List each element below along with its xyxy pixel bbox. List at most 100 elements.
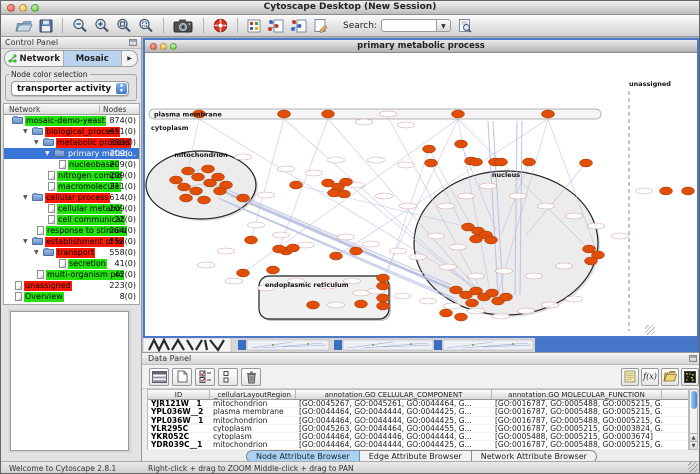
table-row[interactable]: YPL036W__1mitochondrion[GO:0044464, GO:0… — [148, 417, 688, 425]
tree-row[interactable]: cellular metabo209(0) — [4, 203, 139, 214]
birdseye-view[interactable] — [10, 311, 129, 451]
tab-network[interactable]: Network — [5, 51, 64, 66]
attribute-editor-button[interactable] — [621, 368, 639, 386]
help-button[interactable] — [213, 17, 228, 35]
expand-arrow-icon[interactable]: ▼ — [45, 148, 54, 159]
configure-search-button[interactable] — [458, 17, 472, 35]
node-color-select[interactable]: transporter activity ▲▼ — [11, 81, 129, 96]
window-resize-grip[interactable] — [688, 462, 698, 472]
table-cell[interactable]: mitochondrion — [210, 417, 296, 424]
tree-row[interactable]: multi-organism pro42(0) — [4, 269, 139, 280]
search-input[interactable] — [381, 19, 437, 32]
expand-arrow-icon[interactable]: ▼ — [34, 247, 43, 258]
network-canvas[interactable]: plasma membranecytoplasmmitochondrionnuc… — [145, 53, 697, 336]
table-cell[interactable]: YJR121W__1 — [148, 400, 210, 407]
annotate-button[interactable] — [313, 17, 328, 35]
zoom-selected-button[interactable] — [138, 17, 154, 35]
frame-minimize-button[interactable] — [160, 43, 167, 50]
zoom-out-button[interactable] — [72, 17, 88, 35]
table-scrollbar[interactable]: ▲ ▼ — [689, 389, 698, 450]
table-cell[interactable]: YKR052C — [148, 433, 210, 440]
table-cell[interactable]: [GO:0016787, GO:0005488, GO:0005215, G..… — [492, 400, 662, 407]
tree-row[interactable]: nitrogen compo209(0) — [4, 170, 139, 181]
snapshot-button[interactable] — [173, 17, 194, 35]
import-network-button[interactable] — [290, 17, 307, 35]
table-cell[interactable]: [GO:0044464, GO:0044446, GO:0044444, G..… — [296, 433, 492, 440]
select-all-attributes-button[interactable] — [195, 368, 215, 386]
table-cell[interactable]: [GO:0044464, GO:0044444, GO:0044425, G..… — [296, 408, 492, 415]
float-panel-icon[interactable] — [129, 39, 137, 46]
table-cell[interactable]: plasma membrane — [210, 408, 296, 415]
tab-mosaic[interactable]: Mosaic — [64, 51, 123, 66]
frame-resize-grip[interactable] — [645, 325, 655, 335]
table-cell[interactable]: [GO:0016787, GO:0005215, GO:0003824, G..… — [492, 425, 662, 432]
table-cell[interactable]: YDR039C__1 — [148, 441, 210, 448]
table-cell[interactable]: YPL036W__2 — [148, 408, 210, 415]
tree-row[interactable]: ▼metabolic process280(0) — [4, 137, 139, 148]
table-cell[interactable]: [GO:0044464, GO:0044444, GO:0044425, G..… — [296, 441, 492, 448]
expand-arrow-icon[interactable]: ▼ — [34, 137, 43, 148]
scroll-down-button[interactable]: ▼ — [690, 441, 697, 449]
minimize-button[interactable] — [19, 4, 27, 12]
table-cell[interactable]: [GO:0016787, GO:0005488, GO:0005215, G..… — [492, 408, 662, 415]
table-row[interactable]: YKR052Ccytoplasm[GO:0044464, GO:0044446,… — [148, 433, 688, 441]
table-row[interactable]: YJR121W__1mitochondrion[GO:0045267, GO:0… — [148, 400, 688, 408]
tree-row[interactable]: response to stimulu264(0) — [4, 225, 139, 236]
tree-row[interactable]: cell communicat22(0) — [4, 214, 139, 225]
tree-column-nodes[interactable]: Nodes — [103, 104, 126, 115]
expand-arrow-icon[interactable]: ▼ — [23, 192, 32, 203]
open-file-button[interactable] — [15, 17, 33, 35]
import-attributes-button[interactable] — [661, 368, 679, 386]
column-header[interactable]: annotation.GO MOLECULAR_FUNCTION — [492, 390, 662, 399]
zoom-in-button[interactable] — [94, 17, 110, 35]
tree-row[interactable]: ▼biological_process651(0) — [4, 126, 139, 137]
create-network-button[interactable] — [267, 17, 284, 35]
tree-row[interactable]: secretion41(0) — [4, 258, 139, 269]
formula-builder-button[interactable]: f(x) — [641, 368, 659, 386]
table-cell[interactable]: [GO:0016787, GO:0005488, GO:0005215, G..… — [492, 441, 662, 448]
tree-row[interactable]: ▼cellular process614(0) — [4, 192, 139, 203]
tree-row[interactable]: ▼establishment of lo558(0) — [4, 236, 139, 247]
close-button[interactable] — [7, 4, 15, 12]
column-header[interactable]: annotation.GO CELLULAR_COMPONENT — [296, 390, 492, 399]
tree-row[interactable]: ▼transport558(0) — [4, 247, 139, 258]
scrollbar-thumb[interactable] — [691, 391, 697, 409]
table-cell[interactable]: [GO:0045267, GO:0045261, GO:0044464, G..… — [296, 400, 492, 407]
network-window[interactable]: primary metabolic process plasma membran… — [143, 38, 699, 338]
scroll-up-button[interactable]: ▲ — [690, 433, 697, 441]
column-header[interactable]: ID — [148, 390, 210, 399]
tree-row[interactable]: ▼primary metabo209(... — [4, 148, 139, 159]
tree-row[interactable]: Overview8(0) — [4, 291, 139, 302]
unselect-all-attributes-button[interactable] — [218, 368, 238, 386]
network-window-titlebar[interactable]: primary metabolic process — [145, 40, 697, 53]
tree-row[interactable]: macromolecule311(0) — [4, 181, 139, 192]
tree-row[interactable]: nucleobase-209(0) — [4, 159, 139, 170]
table-row[interactable]: YPL036W__2plasma membrane[GO:0044464, GO… — [148, 408, 688, 416]
table-cell[interactable]: [GO:0045263, GO:0044464, GO:0044455, G..… — [296, 425, 492, 432]
float-panel-icon[interactable] — [689, 355, 697, 362]
table-cell[interactable]: [GO:0005488, GO:0005215, GO:0003674] — [492, 433, 662, 440]
frame-maximize-button[interactable] — [170, 43, 177, 50]
table-row[interactable]: YDR039C__1mitochondrion[GO:0044464, GO:0… — [148, 441, 688, 449]
table-row[interactable]: YLR295Ccytoplasm[GO:0045263, GO:0044464,… — [148, 425, 688, 433]
tab-overflow-button[interactable]: ▶ — [122, 51, 137, 66]
tree-row[interactable]: mosaic-demo-yeast874(0) — [4, 115, 139, 126]
save-session-button[interactable] — [39, 17, 53, 35]
maximize-button[interactable] — [31, 4, 39, 12]
table-cell[interactable]: [GO:0016787, GO:0005488, GO:0005215, G..… — [492, 417, 662, 424]
table-cell[interactable]: [GO:0044464, GO:0044444, GO:0044425, G..… — [296, 417, 492, 424]
zoom-fit-button[interactable] — [116, 17, 132, 35]
minimized-windows-strip[interactable] — [143, 338, 699, 352]
delete-attribute-button[interactable] — [241, 368, 261, 386]
select-attributes-button[interactable] — [149, 368, 169, 386]
table-cell[interactable]: mitochondrion — [210, 400, 296, 407]
table-cell[interactable]: YPL036W__1 — [148, 417, 210, 424]
table-cell[interactable]: mitochondrion — [210, 441, 296, 448]
vizmapper-button[interactable] — [247, 17, 261, 35]
search-dropdown-button[interactable]: ▼ — [437, 19, 451, 32]
frame-close-button[interactable] — [150, 43, 157, 50]
column-header[interactable]: _cellularLayoutRegion — [210, 390, 296, 399]
tree-column-network[interactable]: Network — [9, 104, 40, 115]
table-cell[interactable]: cytoplasm — [210, 433, 296, 440]
table-cell[interactable]: cytoplasm — [210, 425, 296, 432]
